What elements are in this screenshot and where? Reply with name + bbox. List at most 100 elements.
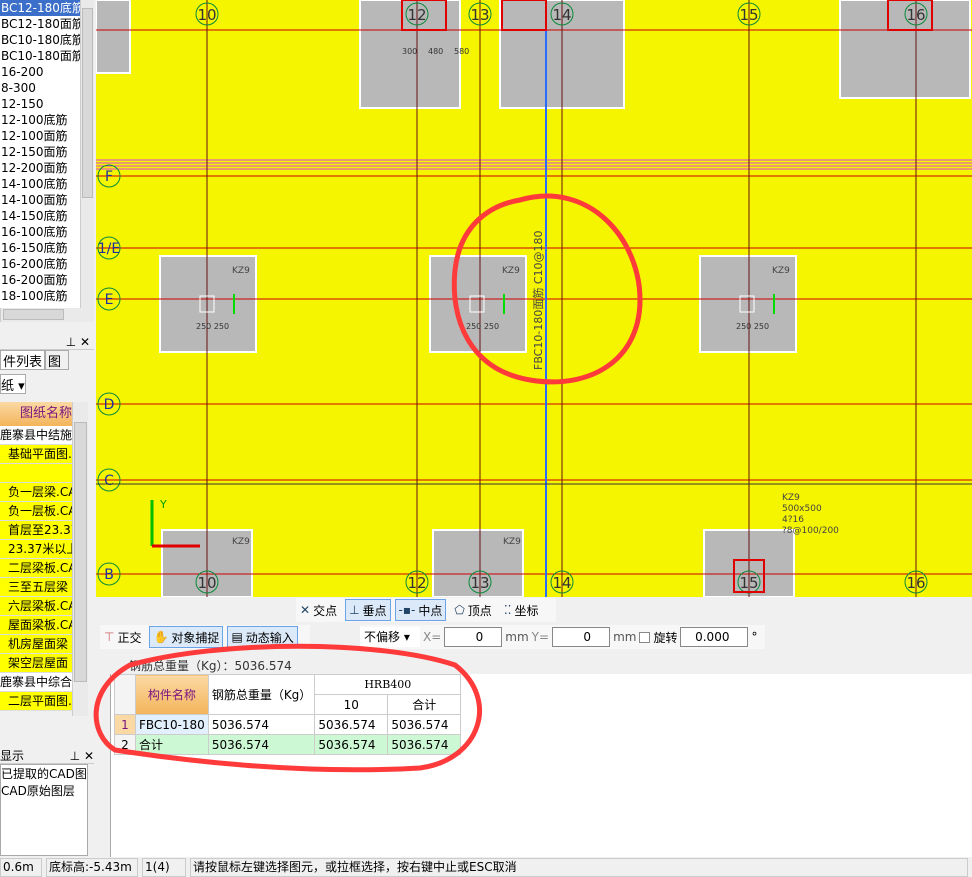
rotate-input[interactable]: 0.000 bbox=[680, 627, 749, 647]
layer-item[interactable]: BC12-180面筋 bbox=[0, 16, 80, 32]
drawing-item[interactable]: 三至五层梁 bbox=[0, 578, 72, 597]
y-label: Y= bbox=[531, 630, 550, 644]
drawing-item[interactable]: 首层至23.37 bbox=[0, 521, 72, 540]
drawing-list[interactable]: 鹿寨县中结施 基础平面图. 负一层梁.CA 负一层板.CA 首层至23.37 23.37米… bbox=[0, 426, 72, 716]
ortho-icon: ⊤ bbox=[104, 630, 115, 644]
cad-canvas[interactable]: F 1/E E D C B 10 10 12 12 13 13 14 14 15 15 16 16 FBC10-18… bbox=[95, 0, 972, 598]
axis-label: F bbox=[105, 169, 113, 185]
header-total-weight[interactable]: 钢筋总重量（Kg） bbox=[207, 674, 316, 715]
layer-item[interactable]: 14-150底筋 bbox=[0, 208, 80, 224]
layer-item[interactable]: 12-100面筋 bbox=[0, 128, 80, 144]
layer-item[interactable]: 8-300 bbox=[0, 80, 80, 96]
status-message: 请按鼠标左键选择图元，或拉框选择，按右键中止或ESC取消 bbox=[190, 858, 968, 877]
layer-item[interactable]: 12-150面筋 bbox=[0, 144, 80, 160]
drawing-item[interactable]: 六层梁板.CA bbox=[0, 597, 72, 616]
layer-item[interactable]: 16-200底筋 bbox=[0, 256, 80, 272]
cad-drawing[interactable]: F 1/E E D C B 10 10 12 12 13 13 14 14 15 15 16 16 FBC10-18… bbox=[95, 0, 972, 598]
pin-icon[interactable]: ⊥ bbox=[70, 749, 80, 763]
drawing-item[interactable]: 二层梁板.CA bbox=[0, 559, 72, 578]
layer-list-scrollbar[interactable] bbox=[80, 0, 94, 308]
tab-component-list[interactable]: 件列表 bbox=[0, 350, 46, 370]
layer-item[interactable]: 14-100底筋 bbox=[0, 176, 80, 192]
label: 正交 bbox=[117, 630, 142, 645]
display-item[interactable]: 已提取的CAD图层 bbox=[1, 765, 87, 782]
column-block bbox=[95, 0, 131, 74]
layer-list[interactable]: BC12-180底筋 BC12-180面筋 BC10-180底筋 BC10-180面筋… bbox=[0, 0, 80, 308]
header-diameter: 10 bbox=[314, 694, 389, 715]
cell-d10: 5036.574 bbox=[314, 734, 389, 755]
column-note: KZ9 bbox=[782, 493, 800, 503]
axis-label: 12 bbox=[407, 6, 426, 24]
snap-intersection-button[interactable]: ✕ 交点 bbox=[296, 599, 341, 621]
label: 中点 bbox=[418, 603, 443, 618]
layer-item[interactable]: 14-100面筋 bbox=[0, 192, 80, 208]
table-row[interactable]: 1 FBC10-180 5036.574 5036.574 5036.574 bbox=[114, 714, 462, 735]
rebar-table: 构件名称 钢筋总重量（Kg） HRB400 10 合计 1 FBC10-180 50… bbox=[114, 674, 462, 755]
degree-label: ° bbox=[751, 630, 758, 644]
drawing-item[interactable]: 负一层板.CA bbox=[0, 502, 72, 521]
layer-item[interactable]: 16-200面筋 bbox=[0, 272, 80, 288]
column-note: ?8@100/200 bbox=[782, 526, 839, 536]
drawing-item[interactable]: 二层平面图. bbox=[0, 692, 72, 711]
label: 顶点 bbox=[467, 603, 492, 618]
layer-item[interactable]: BC12-180底筋 bbox=[0, 0, 80, 16]
pin-icon[interactable]: ⊥ bbox=[66, 335, 76, 349]
drawing-item[interactable] bbox=[0, 464, 72, 483]
column-header-drawing-name[interactable]: 图纸名称 bbox=[0, 402, 72, 426]
drawing-item[interactable]: 基础平面图. bbox=[0, 445, 72, 464]
layer-item[interactable]: 12-100底筋 bbox=[0, 112, 80, 128]
dimension-text: 250 250 bbox=[196, 322, 229, 331]
tab-drawings[interactable]: 图纸 bbox=[45, 350, 70, 370]
close-icon[interactable]: ✕ bbox=[80, 335, 90, 349]
dynamic-input-button[interactable]: ▤ 动态输入 bbox=[227, 626, 298, 648]
status-floor-height: 0.6m bbox=[0, 858, 42, 877]
layer-item[interactable]: 12-150 bbox=[0, 96, 80, 112]
cell-name[interactable]: 合计 bbox=[135, 734, 209, 755]
status-bottom-elevation: 底标高:-5.43m bbox=[46, 858, 138, 877]
snap-vertex-button[interactable]: ⬠ 顶点 bbox=[450, 599, 495, 621]
close-icon[interactable]: ✕ bbox=[84, 749, 94, 763]
drawing-filter-select[interactable]: 纸 ▾ bbox=[0, 374, 26, 394]
column-note: 500x500 bbox=[782, 504, 822, 514]
layer-item[interactable]: BC10-180面筋 bbox=[0, 48, 80, 64]
layer-item[interactable]: 12-200面筋 bbox=[0, 160, 80, 176]
header-component-name[interactable]: 构件名称 bbox=[135, 674, 209, 715]
layer-item[interactable]: 18-100底筋 bbox=[0, 288, 80, 304]
drawing-item[interactable]: 负一层梁.CA bbox=[0, 483, 72, 502]
snap-perpendicular-button[interactable]: ⊥ 垂点 bbox=[345, 599, 391, 621]
drawing-item[interactable]: 23.37米以上 bbox=[0, 540, 72, 559]
snap-midpoint-button[interactable]: -▪- 中点 bbox=[394, 599, 447, 621]
midpoint-icon: -▪- bbox=[398, 603, 416, 617]
ortho-button[interactable]: ⊤ 正交 bbox=[100, 626, 145, 648]
label: 对象捕捉 bbox=[171, 630, 220, 645]
y-input[interactable]: 0 bbox=[552, 627, 611, 647]
x-input[interactable]: 0 bbox=[444, 627, 503, 647]
layer-item[interactable]: 16-200 bbox=[0, 64, 80, 80]
offset-select[interactable]: 不偏移 ▾ bbox=[360, 627, 420, 647]
drawing-item[interactable]: 屋面梁板.CA bbox=[0, 616, 72, 635]
layer-item[interactable]: 16-150底筋 bbox=[0, 240, 80, 256]
axis-label: 14 bbox=[552, 6, 571, 24]
axis-label: 15 bbox=[739, 574, 758, 592]
layer-item[interactable]: 16-100底筋 bbox=[0, 224, 80, 240]
drawing-item[interactable]: 架空层屋面 bbox=[0, 654, 72, 673]
label: 坐标 bbox=[514, 603, 539, 618]
snap-coordinate-button[interactable]: ⁚⁚ 坐标 bbox=[500, 599, 543, 621]
display-item[interactable]: CAD原始图层 bbox=[1, 782, 87, 799]
display-list: 已提取的CAD图层 CAD原始图层 bbox=[0, 764, 88, 856]
offset-toolbar: 不偏移 ▾ X= 0 mm Y= 0 mm 旋转 0.000 ° bbox=[360, 625, 765, 649]
unit-label: mm bbox=[613, 630, 637, 644]
axis-label: 12 bbox=[407, 574, 426, 592]
drawing-list-scrollbar[interactable] bbox=[72, 402, 88, 716]
rotate-checkbox[interactable] bbox=[639, 631, 651, 643]
object-snap-button[interactable]: ✋ 对象捕捉 bbox=[149, 626, 224, 648]
column-tag: KZ9 bbox=[503, 537, 521, 547]
layer-item[interactable]: BC10-180底筋 bbox=[0, 32, 80, 48]
drawing-item[interactable]: 鹿寨县中结施 bbox=[0, 426, 72, 445]
cell-name[interactable]: FBC10-180 bbox=[135, 714, 209, 735]
layer-list-hscrollbar[interactable] bbox=[0, 308, 94, 322]
header-grade: HRB400 bbox=[314, 674, 462, 695]
table-row[interactable]: 2 合计 5036.574 5036.574 5036.574 bbox=[114, 734, 462, 755]
drawing-item[interactable]: 鹿寨县中综合 bbox=[0, 673, 72, 692]
drawing-item[interactable]: 机房屋面梁 bbox=[0, 635, 72, 654]
